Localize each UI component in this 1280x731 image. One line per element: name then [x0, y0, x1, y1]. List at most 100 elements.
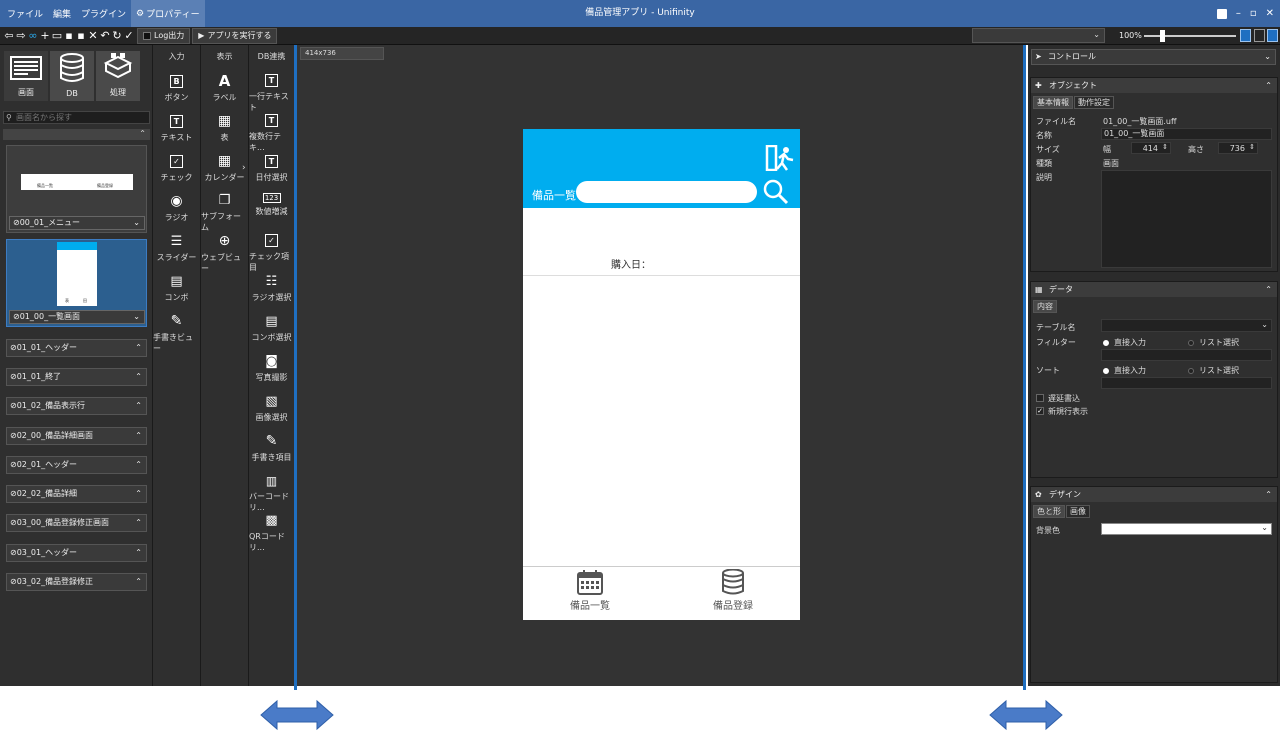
palette-combo[interactable]: ▤ コンボ: [153, 273, 200, 313]
table-name-select[interactable]: ⌄: [1101, 319, 1272, 332]
palette-label[interactable]: A ラベル: [201, 72, 248, 113]
tab-basic-info[interactable]: 基本情報: [1033, 96, 1073, 109]
menu-edit[interactable]: 編集: [48, 0, 76, 27]
phone-header[interactable]: 備品一覧: [523, 129, 800, 208]
palette-button[interactable]: B ボタン: [153, 73, 200, 113]
right-splitter[interactable]: [1023, 45, 1026, 690]
palette-date-select[interactable]: T 日付選択: [249, 153, 294, 193]
screen-item[interactable]: ⊘02_01_ヘッダー ⌃: [6, 456, 147, 474]
exit-icon[interactable]: [765, 145, 795, 171]
stepper-arrows-icon[interactable]: ⇕: [1249, 143, 1255, 151]
left-splitter[interactable]: [294, 45, 297, 690]
palette-check[interactable]: ✓ チェック: [153, 153, 200, 193]
palette-combo-select[interactable]: ▤ コンボ選択: [249, 313, 294, 353]
folder-icon[interactable]: ▭: [51, 27, 63, 45]
palette-handwriting-item[interactable]: ✎ 手書き項目: [249, 433, 294, 473]
zoom-slider[interactable]: [1144, 30, 1236, 42]
palette-single-text[interactable]: T 一行テキスト: [249, 73, 294, 113]
screen-item[interactable]: ⊘01_01_終了 ⌃: [6, 368, 147, 386]
screen-item[interactable]: ⊘02_02_備品詳細 ⌃: [6, 485, 147, 503]
palette-calendar[interactable]: ▦ カレンダー: [201, 153, 248, 193]
palette-handwriting[interactable]: ✎ 手書きビュー: [153, 313, 200, 353]
palette-slider[interactable]: ☰ スライダー: [153, 233, 200, 273]
redo-icon[interactable]: ↻: [111, 27, 123, 45]
minimize-icon[interactable]: –: [1236, 8, 1241, 19]
screen-item[interactable]: ⊘01_01_ヘッダー ⌃: [6, 339, 147, 357]
save-all-icon[interactable]: ▪: [75, 27, 87, 45]
name-field[interactable]: 01_00_一覧画面: [1101, 128, 1272, 140]
palette-radio[interactable]: ◉ ラジオ: [153, 193, 200, 233]
user-icon[interactable]: [1216, 8, 1227, 19]
screen-thumb-menu[interactable]: 備品一覧 備品登録 ⊘00_01_メニュー ⌄: [6, 145, 147, 233]
palette-barcode[interactable]: ▥ バーコードリ...: [249, 473, 294, 513]
zoom-slider-handle[interactable]: [1160, 30, 1165, 42]
palette-image-select[interactable]: ▧ 画像選択: [249, 393, 294, 433]
view-split-icon[interactable]: [1254, 29, 1265, 42]
data-section-header[interactable]: ▦ データ ⌃: [1031, 282, 1277, 297]
infinity-icon[interactable]: ∞: [27, 27, 39, 45]
tab-item-list[interactable]: 備品一覧: [530, 569, 650, 612]
sort-direct-radio[interactable]: 直接入力: [1103, 365, 1146, 376]
screen-search[interactable]: ⚲: [3, 111, 150, 124]
palette-subform[interactable]: ❐ サブフォーム: [201, 193, 248, 233]
palette-number-stepper[interactable]: 123 数値増減: [249, 193, 294, 233]
list-collapse-bar[interactable]: ⌃: [3, 129, 150, 140]
device-select[interactable]: ⌄: [972, 28, 1105, 43]
view-single-icon[interactable]: [1240, 29, 1251, 42]
category-screen[interactable]: 画面: [4, 51, 48, 101]
palette-webview[interactable]: ⊕ ウェブビュー: [201, 233, 248, 273]
filter-input[interactable]: [1101, 349, 1272, 361]
log-output-toggle[interactable]: Log出力: [137, 27, 191, 44]
screen-item[interactable]: ⊘01_02_備品表示行 ⌃: [6, 397, 147, 415]
width-stepper[interactable]: 414 ⇕: [1131, 142, 1171, 154]
screen-search-input[interactable]: [16, 113, 146, 122]
description-field[interactable]: [1101, 170, 1272, 268]
palette-radio-select[interactable]: ☷ ラジオ選択: [249, 273, 294, 313]
tab-item-register[interactable]: 備品登録: [673, 569, 793, 612]
close-icon[interactable]: ✕: [1266, 8, 1274, 19]
palette-photo[interactable]: ◙ 写真撮影: [249, 353, 294, 393]
height-stepper[interactable]: 736 ⇕: [1218, 142, 1258, 154]
category-db[interactable]: DB: [50, 51, 94, 101]
restore-icon[interactable]: ▫: [1250, 8, 1257, 19]
search-icon[interactable]: [763, 179, 789, 205]
tab-content[interactable]: 内容: [1033, 300, 1057, 313]
sort-list-radio[interactable]: リスト選択: [1188, 365, 1239, 376]
design-canvas[interactable]: 414x736 備品一覧 購入日： 備品一覧 備品登録: [297, 45, 1026, 686]
stepper-arrows-icon[interactable]: ⇕: [1162, 143, 1168, 151]
palette-multi-text[interactable]: T 複数行テキ...: [249, 113, 294, 153]
filter-direct-radio[interactable]: 直接入力: [1103, 337, 1146, 348]
menu-file[interactable]: ファイル: [2, 0, 48, 27]
object-section-header[interactable]: ✚ オブジェクト ⌃: [1031, 78, 1277, 93]
menu-property[interactable]: ⚙ プロパティー: [131, 0, 205, 27]
tab-behavior[interactable]: 動作設定: [1074, 96, 1114, 109]
forward-arrow-icon[interactable]: ⇨: [15, 27, 27, 45]
save-icon[interactable]: ▪: [63, 27, 75, 45]
lazy-write-checkbox[interactable]: [1036, 394, 1044, 402]
chevron-right-icon[interactable]: ›: [242, 163, 246, 173]
menu-plugin[interactable]: プラグイン: [76, 0, 131, 27]
bg-color-select[interactable]: ⌄: [1101, 523, 1272, 535]
back-arrow-icon[interactable]: ⇦: [3, 27, 15, 45]
view-wide-icon[interactable]: [1267, 29, 1278, 42]
sort-input[interactable]: [1101, 377, 1272, 389]
control-select[interactable]: ➤ コントロール ⌄: [1031, 49, 1276, 65]
category-process[interactable]: 処理: [96, 51, 140, 101]
screen-item[interactable]: ⊘03_02_備品登録修正 ⌃: [6, 573, 147, 591]
palette-text[interactable]: T テキスト: [153, 113, 200, 153]
new-row-checkbox[interactable]: ✓: [1036, 407, 1044, 415]
filter-list-radio[interactable]: リスト選択: [1188, 337, 1239, 348]
screen-item[interactable]: ⊘02_00_備品詳細画面 ⌃: [6, 427, 147, 445]
screen-item[interactable]: ⊘03_01_ヘッダー ⌃: [6, 544, 147, 562]
tab-image[interactable]: 画像: [1066, 505, 1090, 518]
delete-icon[interactable]: ✕: [87, 27, 99, 45]
screen-thumb-label[interactable]: ⊘00_01_メニュー ⌄: [9, 216, 145, 230]
palette-check-item[interactable]: ✓ チェック項目: [249, 233, 294, 273]
screen-thumb-label[interactable]: ⊘01_00_一覧画面 ⌄: [9, 310, 145, 324]
log-checkbox[interactable]: [143, 31, 151, 40]
check-icon[interactable]: ✓: [123, 27, 135, 45]
phone-search-input[interactable]: [576, 181, 757, 203]
undo-icon[interactable]: ↶: [99, 27, 111, 45]
palette-qrcode[interactable]: ▩ QRコードリ...: [249, 513, 294, 553]
design-section-header[interactable]: ✿ デザイン ⌃: [1031, 487, 1277, 502]
